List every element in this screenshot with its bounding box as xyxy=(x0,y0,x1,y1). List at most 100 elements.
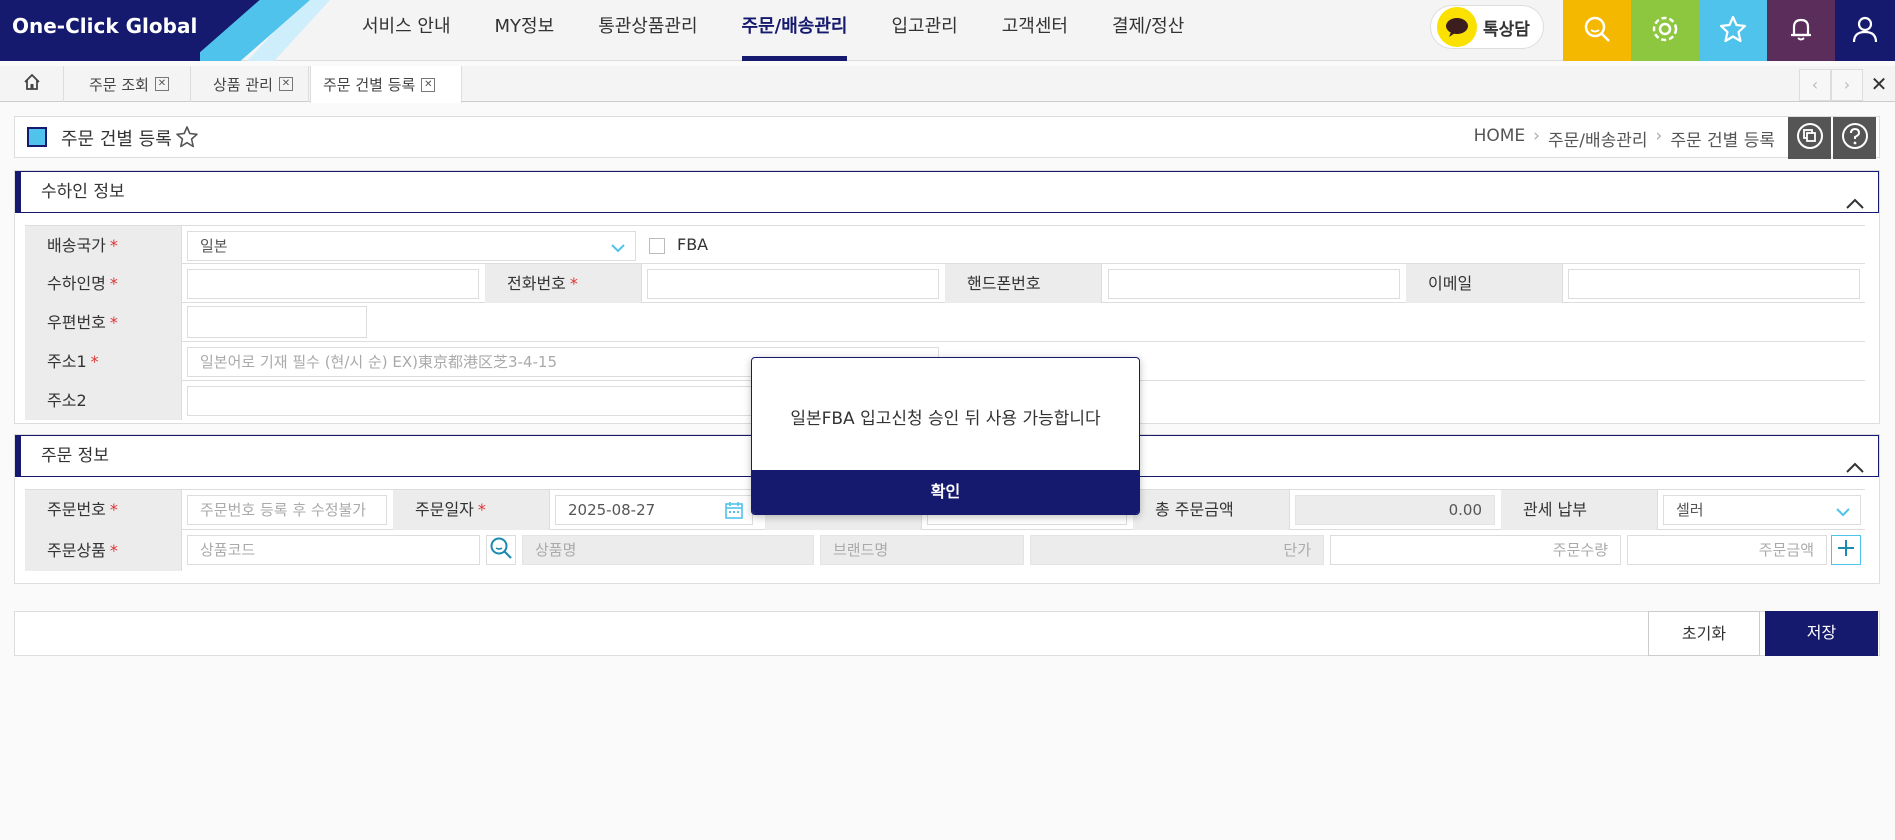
tab-bar: 주문 조회 ✕ 상품 관리 ✕ 주문 건별 등록 ✕ xyxy=(0,66,1895,103)
alert-message: 일본FBA 입고신청 승인 뒤 사용 가능합니다 xyxy=(790,409,1101,429)
order-no-input[interactable]: 주문번호 등록 후 수정불가 xyxy=(187,495,387,525)
chevron-right-icon: › xyxy=(1843,75,1851,94)
close-icon[interactable]: ✕ xyxy=(278,77,293,91)
star-icon xyxy=(1718,14,1748,48)
app-logo[interactable]: One-Click Global xyxy=(0,0,200,61)
product-code-input[interactable]: 상품코드 xyxy=(187,535,480,565)
tab-product-manage[interactable]: 상품 관리 ✕ xyxy=(201,66,309,102)
nav-item-customer-center[interactable]: 고객센터 xyxy=(980,0,1090,61)
breadcrumb-home[interactable]: HOME xyxy=(1474,126,1526,151)
nav-item-my-info[interactable]: MY정보 xyxy=(473,0,577,61)
zip-input[interactable] xyxy=(187,306,367,338)
brand-placeholder: 브랜드명 xyxy=(833,541,889,559)
chevron-right-icon: › xyxy=(1533,126,1540,146)
country-row: 배송국가 * 일본 FBA xyxy=(25,225,1865,265)
help-icon xyxy=(1841,122,1869,154)
order-no-label: 주문번호 * xyxy=(25,490,182,530)
total-amount-label: 총 주문금액 xyxy=(1133,490,1290,530)
product-name-field: 상품명 xyxy=(522,535,814,565)
chevron-down-icon xyxy=(1836,498,1850,526)
close-icon[interactable]: ✕ xyxy=(154,77,169,91)
notifications-button[interactable] xyxy=(1767,0,1835,61)
tab-label: 주문 건별 등록 xyxy=(323,76,416,94)
duty-value: 셀러 xyxy=(1676,501,1704,519)
confirm-button[interactable]: 확인 xyxy=(752,470,1139,514)
search-icon xyxy=(489,536,513,564)
talk-consult-button[interactable]: 톡상담 xyxy=(1430,5,1544,49)
tab-next-button[interactable]: › xyxy=(1831,69,1863,101)
recipient-contact-row: 수하인명 * 전화번호 * 핸드폰번호 이메일 xyxy=(25,264,1865,303)
nav-item-order-shipping[interactable]: 주문/배송관리 xyxy=(720,0,870,61)
address1-label: 주소1 * xyxy=(25,342,182,381)
breadcrumb-section[interactable]: 주문/배송관리 xyxy=(1548,126,1648,151)
zip-row: 우편번호 * xyxy=(25,303,1865,342)
chevron-down-icon xyxy=(611,234,625,262)
total-amount-field: 0.00 xyxy=(1295,495,1495,525)
top-bar: One-Click Global 서비스 안내 MY정보 통관상품관리 주문/배… xyxy=(0,0,1895,61)
favorite-star-icon[interactable] xyxy=(175,125,199,153)
fba-checkbox[interactable] xyxy=(649,238,665,254)
nav-item-customs-products[interactable]: 통관상품관리 xyxy=(576,0,719,61)
close-all-tabs-button[interactable]: ✕ xyxy=(1863,69,1895,101)
page-icon xyxy=(27,127,47,147)
phone-input[interactable] xyxy=(647,269,939,299)
unit-price-field: 단가 xyxy=(1030,535,1324,565)
duty-label: 관세 납부 xyxy=(1501,490,1658,530)
product-code-placeholder: 상품코드 xyxy=(200,541,256,559)
total-amount-value: 0.00 xyxy=(1448,501,1482,519)
nav-item-inbound[interactable]: 입고관리 xyxy=(869,0,979,61)
tab-order-search[interactable]: 주문 조회 ✕ xyxy=(77,66,191,102)
tab-label: 주문 조회 xyxy=(89,75,149,94)
zip-label: 우편번호 * xyxy=(25,303,182,342)
favorites-button[interactable] xyxy=(1699,0,1767,61)
fba-label: FBA xyxy=(677,235,709,254)
tab-prev-button[interactable]: ‹ xyxy=(1799,69,1831,101)
chevron-up-icon[interactable] xyxy=(1846,448,1864,488)
recipient-name-input[interactable] xyxy=(187,269,479,299)
talk-consult-label: 톡상담 xyxy=(1483,19,1530,40)
chat-bubble-icon xyxy=(1437,7,1477,47)
amount-input[interactable]: 주문금액 xyxy=(1627,535,1827,565)
product-search-button[interactable] xyxy=(486,535,516,565)
recipient-section-header[interactable]: 수하인 정보 xyxy=(15,171,1879,213)
order-product-label: 주문상품 * xyxy=(25,530,182,571)
chevron-left-icon: ‹ xyxy=(1811,75,1819,94)
action-bar xyxy=(14,611,1880,656)
bell-icon xyxy=(1786,14,1816,48)
save-button[interactable]: 저장 xyxy=(1765,611,1878,656)
tab-order-register[interactable]: 주문 건별 등록 ✕ xyxy=(310,66,462,103)
duty-select[interactable]: 셀러 xyxy=(1663,495,1861,525)
order-date-value: 2025-08-27 xyxy=(568,501,656,519)
recipient-name-label: 수하인명 * xyxy=(25,264,182,303)
settings-icon xyxy=(1650,14,1680,48)
settings-button[interactable] xyxy=(1631,0,1699,61)
home-tab[interactable] xyxy=(0,66,64,102)
amount-placeholder: 주문금액 xyxy=(1758,541,1814,559)
country-value: 일본 xyxy=(200,237,228,255)
nav-item-payment[interactable]: 결제/정산 xyxy=(1090,0,1206,61)
search-icon xyxy=(1582,14,1612,48)
country-select[interactable]: 일본 xyxy=(187,231,636,261)
reset-button[interactable]: 초기화 xyxy=(1648,611,1760,656)
home-icon xyxy=(22,72,42,96)
nav-item-service[interactable]: 서비스 안내 xyxy=(340,0,473,61)
search-button[interactable] xyxy=(1563,0,1631,61)
brand-field: 브랜드명 xyxy=(820,535,1024,565)
user-button[interactable] xyxy=(1835,0,1895,61)
chevron-up-icon[interactable] xyxy=(1846,184,1864,224)
address1-placeholder: 일본어로 기재 필수 (현/시 순) EX)東京都港区芝3-4-15 xyxy=(200,353,558,371)
help-button[interactable] xyxy=(1833,117,1876,159)
close-icon[interactable]: ✕ xyxy=(421,77,436,92)
page-title: 주문 건별 등록 xyxy=(61,129,172,150)
mobile-label: 핸드폰번호 xyxy=(945,264,1102,303)
alert-dialog: 일본FBA 입고신청 승인 뒤 사용 가능합니다 확인 xyxy=(751,357,1140,515)
breadcrumb-current: 주문 건별 등록 xyxy=(1670,131,1775,151)
quantity-input[interactable]: 주문수량 xyxy=(1330,535,1621,565)
calendar-icon[interactable] xyxy=(724,500,744,529)
email-input[interactable] xyxy=(1568,269,1860,299)
order-date-input[interactable]: 2025-08-27 xyxy=(555,495,753,525)
copy-button[interactable] xyxy=(1788,117,1831,159)
section-title: 주문 정보 xyxy=(41,446,109,466)
add-product-button[interactable] xyxy=(1831,535,1861,565)
mobile-input[interactable] xyxy=(1108,269,1400,299)
